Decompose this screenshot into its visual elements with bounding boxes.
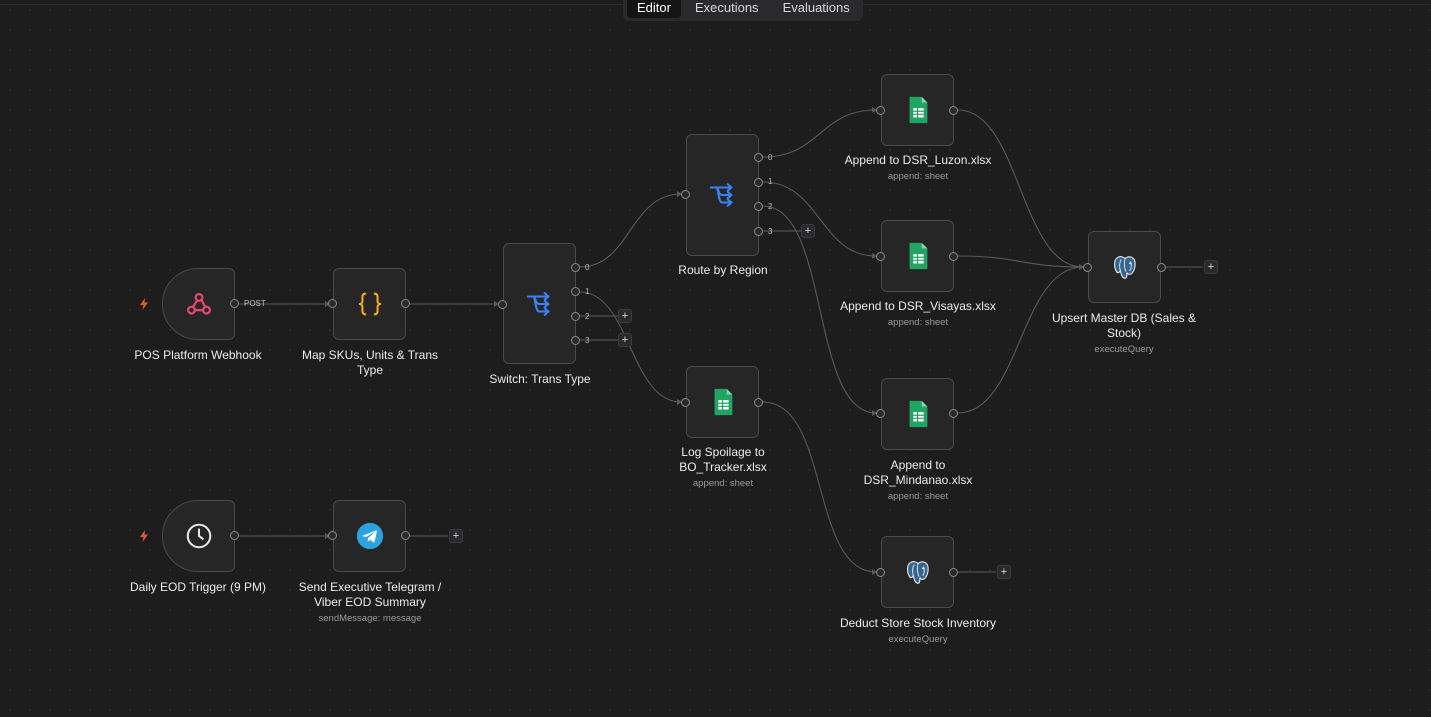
spreadsheet-icon bbox=[909, 242, 927, 270]
input-port[interactable] bbox=[328, 299, 337, 308]
add-node-button[interactable]: + bbox=[618, 309, 632, 323]
output-port[interactable] bbox=[1157, 263, 1166, 272]
postgres-icon bbox=[1113, 256, 1136, 279]
node-append-visayas[interactable] bbox=[881, 220, 954, 292]
node-label-deduct: Deduct Store Stock Inventory executeQuery bbox=[839, 616, 997, 645]
output-port-2[interactable] bbox=[571, 312, 580, 321]
input-port[interactable] bbox=[876, 409, 885, 418]
spreadsheet-icon bbox=[909, 96, 927, 124]
connection-route-luzon bbox=[762, 109, 877, 158]
output-port-3[interactable] bbox=[754, 227, 763, 236]
node-deduct-stock[interactable] bbox=[881, 536, 954, 608]
node-append-mindanao[interactable] bbox=[881, 378, 954, 450]
telegram-icon bbox=[356, 522, 383, 550]
input-port[interactable] bbox=[681, 398, 690, 407]
output-label-3: 3 bbox=[585, 336, 590, 345]
node-append-luzon[interactable] bbox=[881, 74, 954, 146]
node-label-visayas: Append to DSR_Visayas.xlsx append: sheet bbox=[840, 299, 996, 328]
node-label-upsert: Upsert Master DB (Sales & Stock) executeQ… bbox=[1051, 311, 1197, 355]
input-port[interactable] bbox=[876, 252, 885, 261]
output-label-0: 0 bbox=[768, 153, 773, 162]
output-label-1: 1 bbox=[768, 177, 773, 186]
output-port[interactable] bbox=[949, 106, 958, 115]
connection-luzon-upsert bbox=[957, 109, 1084, 268]
node-label-webhook: POS Platform Webhook bbox=[134, 348, 262, 362]
output-port-0[interactable] bbox=[571, 263, 580, 272]
node-label-route: Route by Region bbox=[678, 263, 768, 277]
output-label-2: 2 bbox=[585, 312, 590, 321]
spreadsheet-icon bbox=[909, 400, 927, 428]
output-port-1[interactable] bbox=[754, 178, 763, 187]
input-port[interactable] bbox=[876, 106, 885, 115]
input-port[interactable] bbox=[328, 531, 337, 540]
output-label-1: 1 bbox=[585, 287, 590, 296]
node-label-map: Map SKUs, Units & Trans Type bbox=[301, 348, 439, 377]
output-port-3[interactable] bbox=[571, 336, 580, 345]
connection-switch-route bbox=[579, 193, 682, 268]
node-switch-trans-type[interactable] bbox=[503, 243, 576, 364]
add-node-button[interactable]: + bbox=[618, 333, 632, 347]
output-port[interactable] bbox=[401, 299, 410, 308]
output-port[interactable] bbox=[230, 299, 239, 308]
clock-icon bbox=[186, 523, 211, 549]
trigger-bolt-icon bbox=[140, 298, 148, 310]
switch-icon bbox=[526, 291, 549, 316]
node-label-switch: Switch: Trans Type bbox=[489, 372, 591, 386]
output-port[interactable] bbox=[754, 398, 763, 407]
input-port[interactable] bbox=[681, 190, 690, 199]
node-send-telegram[interactable] bbox=[333, 500, 406, 572]
node-upsert-master-db[interactable] bbox=[1088, 231, 1161, 303]
output-label-0: 0 bbox=[585, 263, 590, 272]
add-node-button[interactable]: + bbox=[1204, 260, 1218, 274]
node-label-telegram: Send Executive Telegram / Viber EOD Summ… bbox=[298, 580, 442, 624]
node-daily-eod-trigger[interactable] bbox=[162, 500, 235, 572]
output-port[interactable] bbox=[949, 252, 958, 261]
node-label-luzon: Append to DSR_Luzon.xlsx append: sheet bbox=[844, 153, 992, 182]
switch-icon bbox=[709, 183, 732, 207]
output-label-post: POST bbox=[244, 299, 266, 308]
trigger-bolt-icon bbox=[140, 530, 148, 542]
spreadsheet-icon bbox=[714, 388, 732, 416]
input-port[interactable] bbox=[498, 300, 507, 309]
input-port[interactable] bbox=[876, 568, 885, 577]
node-label-spoilage: Log Spoilage to BO_Tracker.xlsx append: s… bbox=[679, 445, 767, 489]
code-braces-icon bbox=[358, 292, 381, 316]
output-label-2: 2 bbox=[768, 202, 773, 211]
output-port-0[interactable] bbox=[754, 153, 763, 162]
add-node-button[interactable]: + bbox=[449, 529, 463, 543]
node-map-skus[interactable] bbox=[333, 268, 406, 340]
webhook-icon bbox=[186, 292, 211, 315]
add-node-button[interactable]: + bbox=[801, 224, 815, 238]
node-pos-platform-webhook[interactable] bbox=[162, 268, 235, 340]
node-label-eod: Daily EOD Trigger (9 PM) bbox=[129, 580, 267, 594]
output-port[interactable] bbox=[230, 531, 239, 540]
node-label-mindanao: Append to DSR_Mindanao.xlsx append: sheet bbox=[863, 458, 973, 502]
output-port[interactable] bbox=[949, 409, 958, 418]
postgres-icon bbox=[906, 561, 929, 584]
connection-route-visayas bbox=[762, 181, 877, 257]
input-port[interactable] bbox=[1083, 263, 1092, 272]
output-label-3: 3 bbox=[768, 227, 773, 236]
output-port-1[interactable] bbox=[571, 287, 580, 296]
node-route-by-region[interactable] bbox=[686, 134, 759, 256]
output-port[interactable] bbox=[401, 531, 410, 540]
output-port-2[interactable] bbox=[754, 202, 763, 211]
output-port[interactable] bbox=[949, 568, 958, 577]
node-log-spoilage[interactable] bbox=[686, 366, 759, 438]
add-node-button[interactable]: + bbox=[997, 565, 1011, 579]
